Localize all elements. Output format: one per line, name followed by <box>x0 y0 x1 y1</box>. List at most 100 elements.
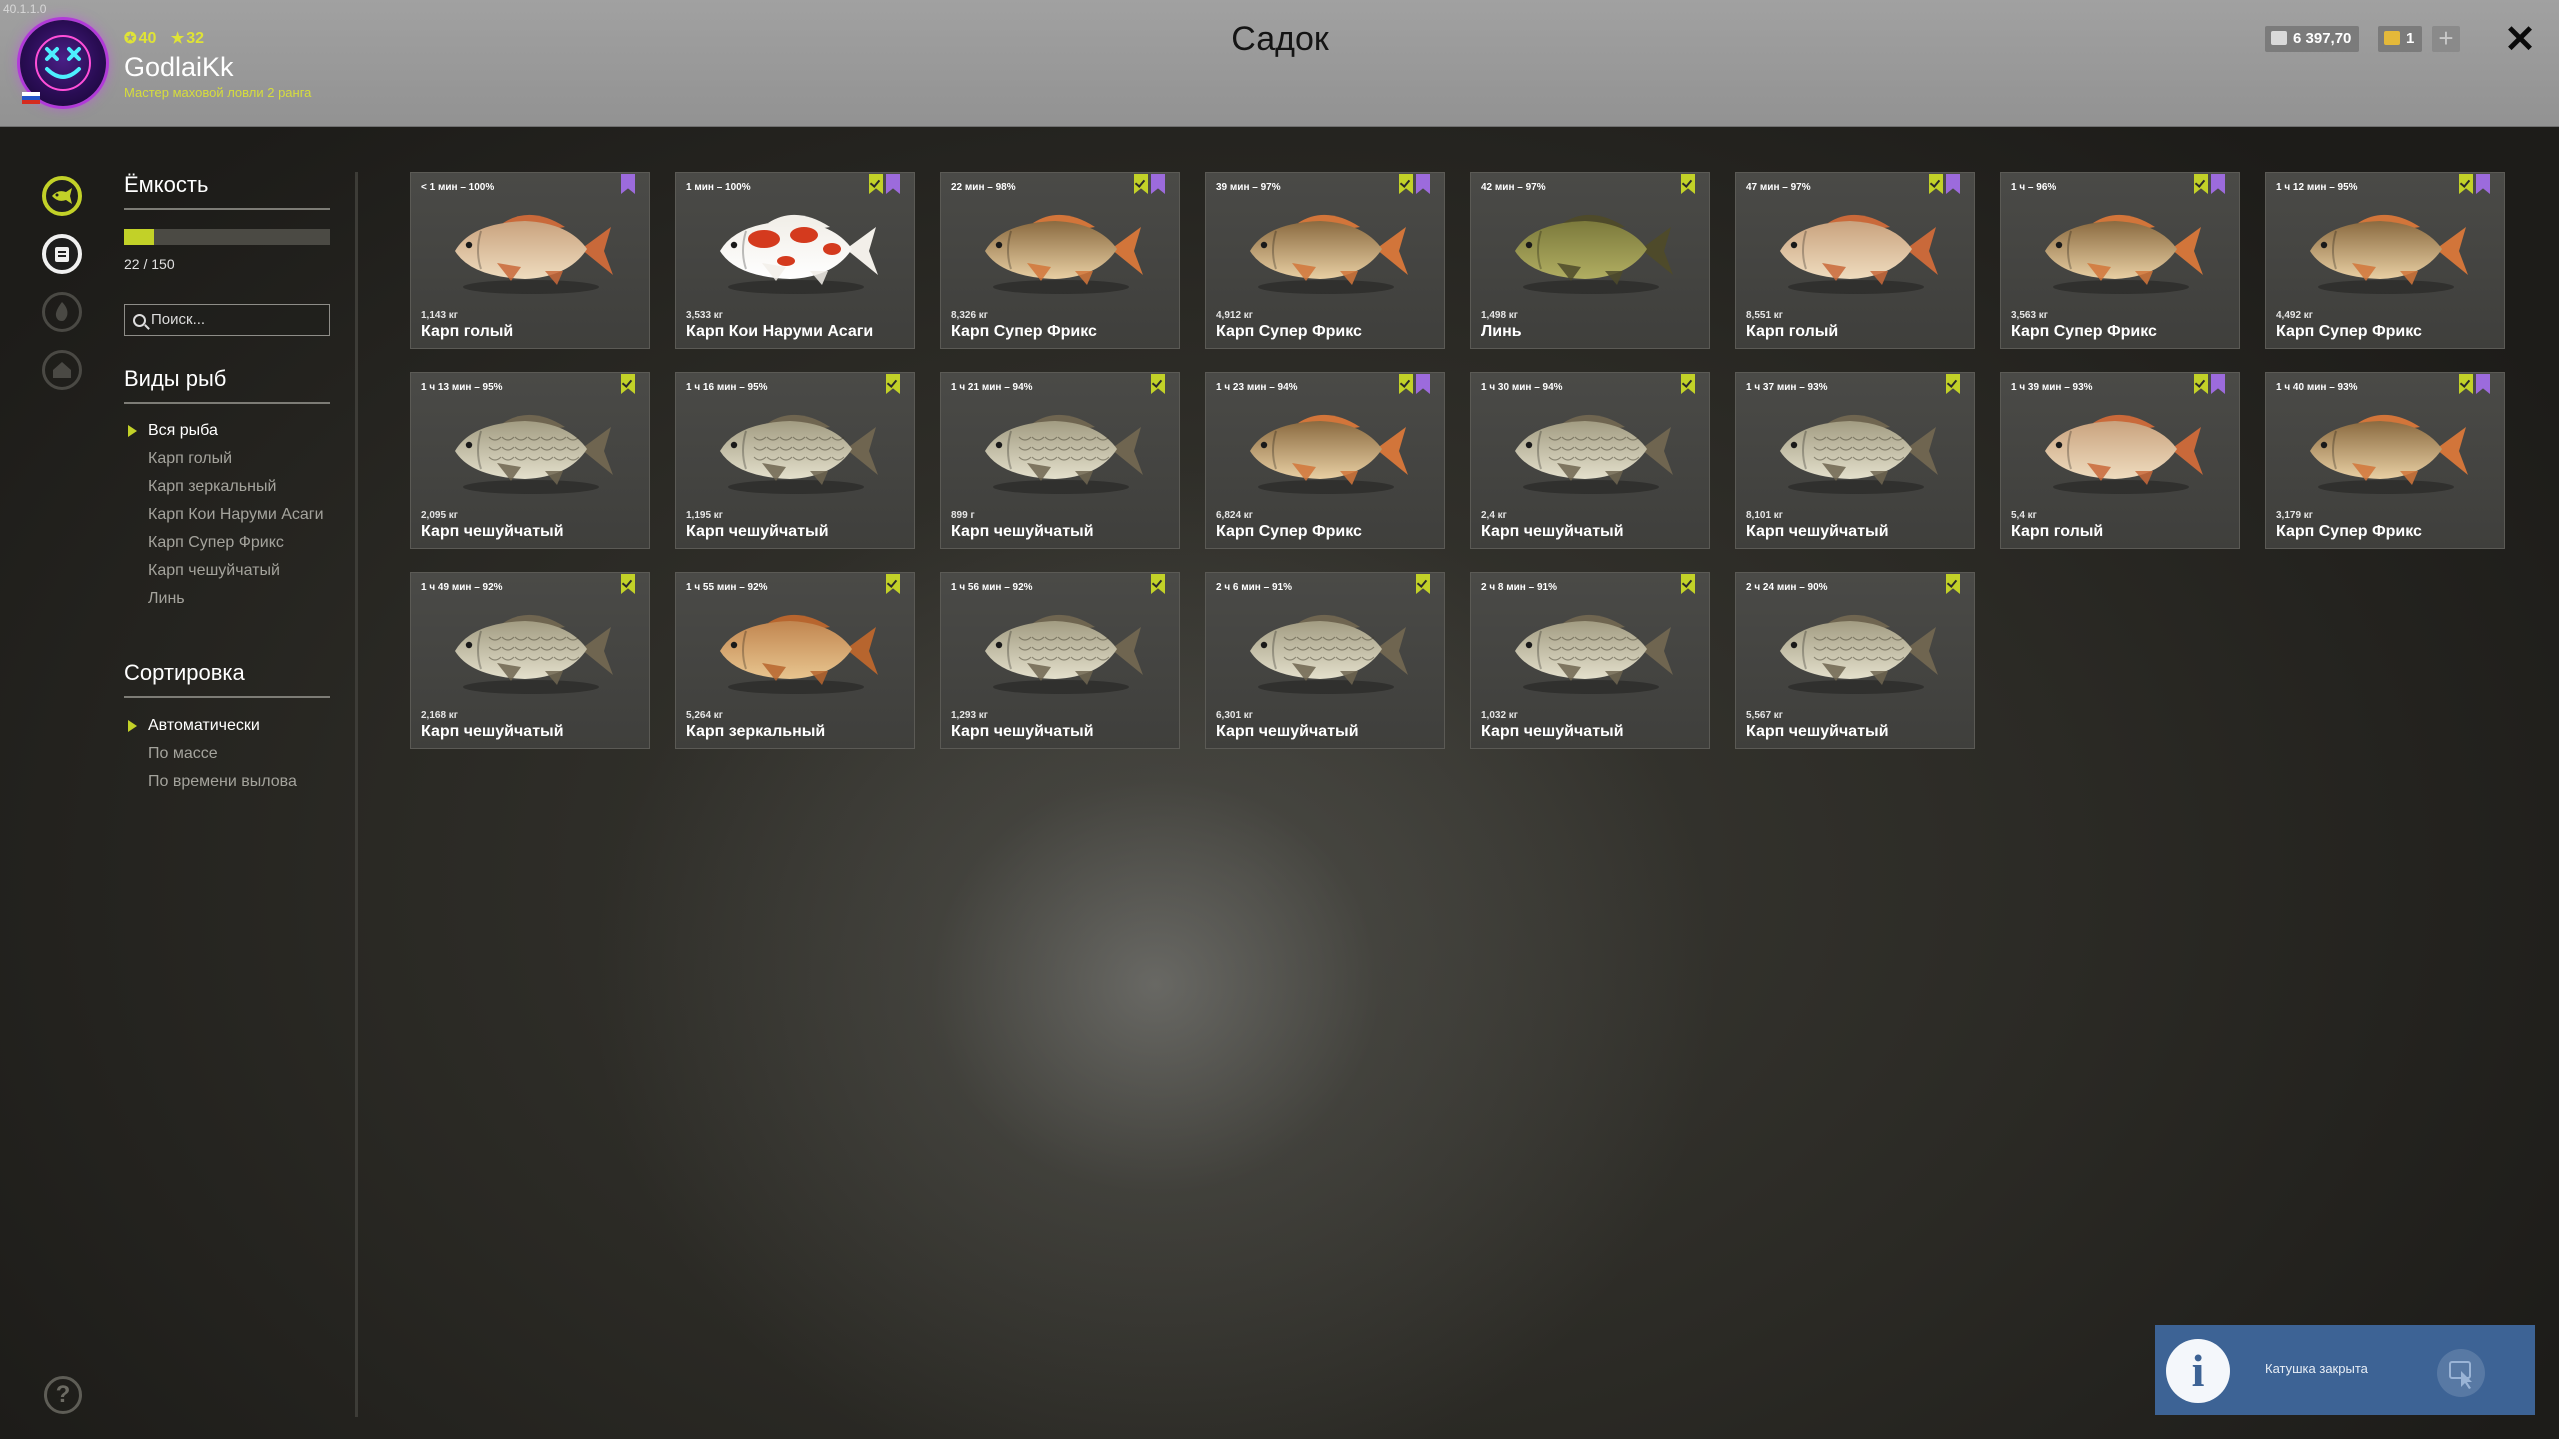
check-bookmark-icon[interactable] <box>1416 574 1430 594</box>
fire-tab-icon[interactable] <box>42 292 82 332</box>
check-bookmark-icon[interactable] <box>2194 174 2208 194</box>
fish-card[interactable]: 1 ч 13 мин – 95% 2,095 кг Карп чешуйчатый <box>410 372 650 549</box>
fish-illustration <box>441 601 621 706</box>
check-bookmark-icon[interactable] <box>1929 174 1943 194</box>
check-bookmark-icon[interactable] <box>2194 374 2208 394</box>
fish-card[interactable]: 1 ч 16 мин – 95% 1,195 кг Карп чешуйчатый <box>675 372 915 549</box>
buy-currency-button[interactable]: + <box>2432 25 2460 52</box>
silver-balance[interactable]: 6 397,70 <box>2265 26 2360 52</box>
trophy-bookmark-icon[interactable] <box>1151 174 1165 194</box>
fish-name: Линь <box>1481 323 1522 340</box>
fish-name: Карп Супер Фрикс <box>1216 323 1362 340</box>
fish-weight: 5,4 кг <box>2011 510 2037 521</box>
trophy-bookmark-icon[interactable] <box>2476 374 2490 394</box>
fish-card[interactable]: 1 ч 55 мин – 92% 5,264 кг Карп зеркальный <box>675 572 915 749</box>
fish-marks <box>618 374 635 399</box>
species-item-5[interactable]: Карп чешуйчатый <box>148 562 338 580</box>
search-icon <box>133 314 146 327</box>
species-filter-list: Вся рыба Карп голый Карп зеркальный Карп Ко… <box>128 422 338 618</box>
sort-item-2[interactable]: По времени вылова <box>148 773 338 791</box>
trophy-bookmark-icon[interactable] <box>1946 174 1960 194</box>
fish-card[interactable]: 1 ч 49 мин – 92% 2,168 кг Карп чешуйчатый <box>410 572 650 749</box>
fish-card[interactable]: 1 мин – 100% 3,533 кг Карп Кои Наруми Асаг… <box>675 172 915 349</box>
search-input[interactable]: Поиск... <box>124 304 330 336</box>
fish-image <box>455 414 613 494</box>
species-item-1[interactable]: Карп голый <box>148 450 338 468</box>
fish-card[interactable]: 1 ч 23 мин – 94% 6,824 кг Карп Супер Фрикс <box>1205 372 1445 549</box>
fish-weight: 8,326 кг <box>951 310 988 321</box>
check-bookmark-icon[interactable] <box>1399 174 1413 194</box>
species-item-4[interactable]: Карп Супер Фрикс <box>148 534 338 552</box>
fish-card[interactable]: 1 ч 40 мин – 93% 3,179 кг Карп Супер Фрикс <box>2265 372 2505 549</box>
trophy-bookmark-icon[interactable] <box>886 174 900 194</box>
bucket-tab-icon[interactable] <box>42 234 82 274</box>
fish-image <box>1780 214 1938 294</box>
fish-card[interactable]: < 1 мин – 100% 1,143 кг Карп голый <box>410 172 650 349</box>
check-bookmark-icon[interactable] <box>1151 374 1165 394</box>
check-bookmark-icon[interactable] <box>886 374 900 394</box>
catch-time: 39 мин – 97% <box>1216 182 1281 193</box>
species-item-3[interactable]: Карп Кои Наруми Асаги <box>148 506 338 524</box>
catch-time: 1 мин – 100% <box>686 182 751 193</box>
check-bookmark-icon[interactable] <box>1151 574 1165 594</box>
check-bookmark-icon[interactable] <box>1399 374 1413 394</box>
trophy-bookmark-icon[interactable] <box>1416 374 1430 394</box>
fish-card[interactable]: 2 ч 8 мин – 91% 1,032 кг Карп чешуйчатый <box>1470 572 1710 749</box>
fish-card[interactable]: 1 ч 56 мин – 92% 1,293 кг Карп чешуйчатый <box>940 572 1180 749</box>
trophy-bookmark-icon[interactable] <box>2211 374 2225 394</box>
help-icon[interactable]: ? <box>44 1376 82 1414</box>
fish-card[interactable]: 1 ч – 96% 3,563 кг Карп Супер Фрикс <box>2000 172 2240 349</box>
bucket-icon <box>55 247 69 262</box>
check-bookmark-icon[interactable] <box>1946 374 1960 394</box>
fish-card[interactable]: 42 мин – 97% 1,498 кг Линь <box>1470 172 1710 349</box>
fish-card[interactable]: 1 ч 39 мин – 93% 5,4 кг Карп голый <box>2000 372 2240 549</box>
sort-item-1[interactable]: По массе <box>148 745 338 763</box>
fish-marks <box>2456 374 2490 399</box>
check-bookmark-icon[interactable] <box>1681 374 1695 394</box>
keepnet-tab-icon[interactable] <box>42 176 82 216</box>
player-avatar[interactable] <box>20 20 106 106</box>
species-item-0[interactable]: Вся рыба <box>128 422 338 440</box>
catch-time: 1 ч 37 мин – 93% <box>1746 382 1828 393</box>
check-bookmark-icon[interactable] <box>886 574 900 594</box>
sort-item-0[interactable]: Автоматически <box>128 717 338 735</box>
page-title: Садок <box>1231 20 1329 58</box>
fish-card[interactable]: 39 мин – 97% 4,912 кг Карп Супер Фрикс <box>1205 172 1445 349</box>
trophy-bookmark-icon[interactable] <box>2476 174 2490 194</box>
fish-card[interactable]: 1 ч 12 мин – 95% 4,492 кг Карп Супер Фрикс <box>2265 172 2505 349</box>
check-bookmark-icon[interactable] <box>2459 174 2473 194</box>
fish-weight: 1,032 кг <box>1481 710 1518 721</box>
fish-card[interactable]: 2 ч 24 мин – 90% 5,567 кг Карп чешуйчатый <box>1735 572 1975 749</box>
notification-toast[interactable]: i Катушка закрыта <box>2155 1325 2535 1415</box>
close-button[interactable]: ✕ <box>2500 18 2540 62</box>
fish-card[interactable]: 22 мин – 98% 8,326 кг Карп Супер Фрикс <box>940 172 1180 349</box>
catch-time: 1 ч 30 мин – 94% <box>1481 382 1563 393</box>
check-bookmark-icon[interactable] <box>621 374 635 394</box>
fish-weight: 6,301 кг <box>1216 710 1253 721</box>
fish-illustration <box>441 401 621 506</box>
fish-illustration <box>971 601 1151 706</box>
check-bookmark-icon[interactable] <box>2459 374 2473 394</box>
check-bookmark-icon[interactable] <box>621 574 635 594</box>
species-item-6[interactable]: Линь <box>148 590 338 608</box>
check-bookmark-icon[interactable] <box>1681 574 1695 594</box>
trophy-bookmark-icon[interactable] <box>1416 174 1430 194</box>
fish-card[interactable]: 1 ч 21 мин – 94% 899 г Карп чешуйчатый <box>940 372 1180 549</box>
fish-card[interactable]: 1 ч 37 мин – 93% 8,101 кг Карп чешуйчатый <box>1735 372 1975 549</box>
check-bookmark-icon[interactable] <box>869 174 883 194</box>
fish-image <box>2310 214 2468 294</box>
trophy-bookmark-icon[interactable] <box>621 174 635 194</box>
fish-card[interactable]: 1 ч 30 мин – 94% 2,4 кг Карп чешуйчатый <box>1470 372 1710 549</box>
species-heading: Виды рыб <box>124 366 330 404</box>
player-name[interactable]: GodlaiKk <box>124 52 234 83</box>
check-bookmark-icon[interactable] <box>1134 174 1148 194</box>
home-tab-icon[interactable] <box>42 350 82 390</box>
gold-balance[interactable]: 1 <box>2378 26 2423 52</box>
check-bookmark-icon[interactable] <box>1946 574 1960 594</box>
species-item-2[interactable]: Карп зеркальный <box>148 478 338 496</box>
fish-card[interactable]: 47 мин – 97% 8,551 кг Карп голый <box>1735 172 1975 349</box>
check-bookmark-icon[interactable] <box>1681 174 1695 194</box>
fish-weight: 2,168 кг <box>421 710 458 721</box>
fish-card[interactable]: 2 ч 6 мин – 91% 6,301 кг Карп чешуйчатый <box>1205 572 1445 749</box>
trophy-bookmark-icon[interactable] <box>2211 174 2225 194</box>
